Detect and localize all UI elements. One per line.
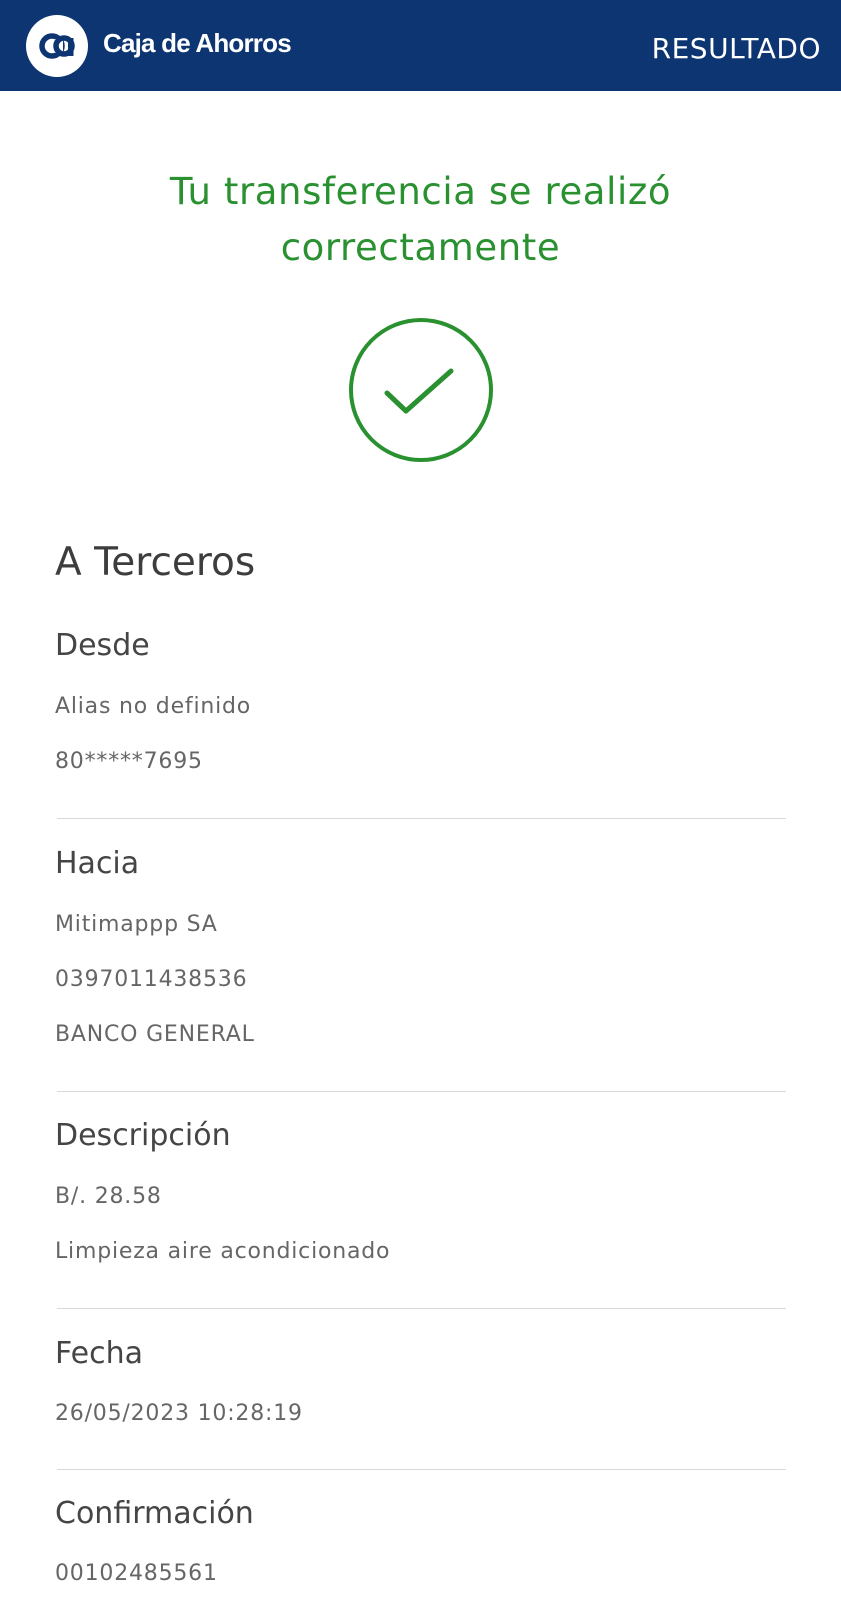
hacia-name: Mitimappp SA	[55, 912, 218, 937]
success-message: Tu transferencia se realizó correctament…	[0, 164, 841, 276]
descripcion-text: Limpieza aire acondicionado	[55, 1239, 391, 1264]
brand-name: Caja de Ahorros	[103, 28, 292, 58]
confirmacion-value: 00102485561	[55, 1561, 218, 1586]
hacia-label: Hacia	[55, 846, 140, 881]
divider	[57, 1308, 786, 1309]
app-header: Caja de Ahorros RESULTADO	[0, 0, 841, 91]
divider	[57, 818, 786, 819]
divider	[57, 1469, 786, 1470]
hacia-bank: BANCO GENERAL	[55, 1022, 255, 1047]
success-message-line2: correctamente	[280, 226, 561, 269]
descripcion-label: Descripción	[55, 1118, 231, 1153]
divider	[57, 1091, 786, 1092]
transfer-type-heading: A Terceros	[55, 540, 256, 585]
confirmacion-label: Confirmación	[55, 1496, 254, 1531]
page-title: RESULTADO	[651, 32, 821, 65]
bank-logo-icon	[26, 15, 88, 77]
descripcion-amount: B/. 28.58	[55, 1184, 162, 1209]
fecha-label: Fecha	[55, 1336, 143, 1371]
desde-label: Desde	[55, 628, 150, 663]
fecha-value: 26/05/2023 10:28:19	[55, 1401, 303, 1426]
desde-alias: Alias no definido	[55, 694, 252, 719]
desde-account: 80*****7695	[55, 749, 203, 774]
hacia-account: 0397011438536	[55, 967, 248, 992]
success-message-line1: Tu transferencia se realizó	[169, 170, 672, 213]
check-circle-icon	[348, 317, 494, 463]
